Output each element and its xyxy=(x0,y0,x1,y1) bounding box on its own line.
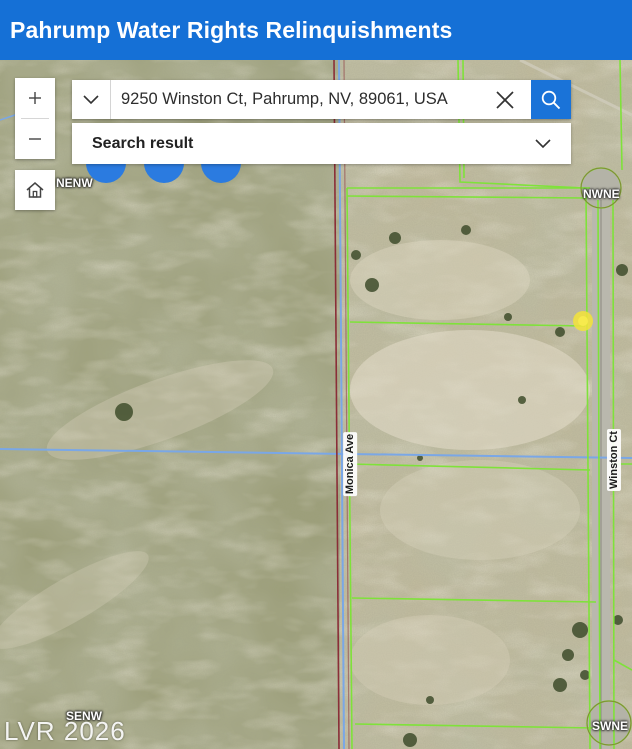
parcel-label-nwne: NWNE xyxy=(583,187,620,201)
chevron-down-icon xyxy=(83,94,99,104)
search-icon xyxy=(541,90,561,109)
search-source-toggle[interactable] xyxy=(72,80,111,119)
home-button[interactable] xyxy=(15,170,55,210)
zoom-controls xyxy=(15,78,55,159)
zoom-in-button[interactable] xyxy=(15,78,55,118)
home-icon xyxy=(26,182,44,198)
close-icon xyxy=(496,90,514,109)
minus-icon xyxy=(29,138,41,140)
parcel-label-swne: SWNE xyxy=(592,719,628,733)
search-result-panel[interactable]: Search result xyxy=(72,123,571,164)
listing-watermark: LVR 2026 xyxy=(4,716,126,746)
search-widget xyxy=(72,80,571,119)
plus-icon xyxy=(29,92,41,104)
clear-search-button[interactable] xyxy=(479,80,531,119)
search-button[interactable] xyxy=(531,80,571,119)
app-header: Pahrump Water Rights Relinquishments xyxy=(0,0,632,60)
search-result-title: Search result xyxy=(92,134,194,152)
app-root: Pahrump Water Rights Relinquishments 925… xyxy=(0,0,632,749)
zoom-out-button[interactable] xyxy=(15,119,55,159)
road-label-winston-ct: Winston Ct xyxy=(606,429,621,491)
app-title: Pahrump Water Rights Relinquishments xyxy=(10,16,453,43)
search-input[interactable] xyxy=(111,80,479,119)
parcel-label-nenw: NENW xyxy=(56,176,93,190)
road-label-monica-ave: Monica Ave xyxy=(343,431,358,497)
chevron-down-icon[interactable] xyxy=(535,138,551,149)
